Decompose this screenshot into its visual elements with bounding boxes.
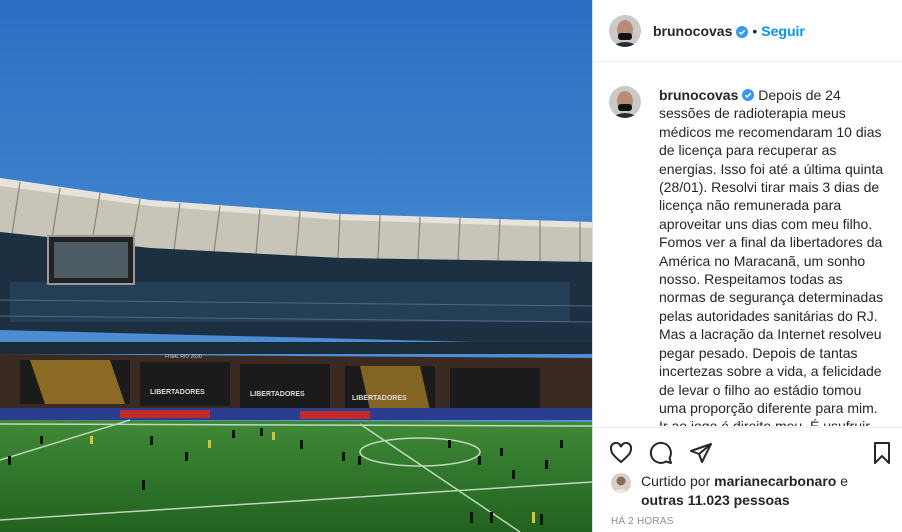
comment-icon [649, 441, 672, 464]
caption-comment: brunocovas Depois de 24 sessões de radio… [609, 86, 886, 426]
heart-icon [609, 441, 633, 463]
verified-icon [736, 25, 749, 38]
share-button[interactable] [687, 439, 715, 467]
like-button[interactable] [607, 439, 635, 467]
caption-username[interactable]: brunocovas [659, 87, 738, 103]
liked-by: Curtido por marianecarbonaro e outras 11… [611, 472, 848, 510]
banner-text-2: LIBERTADORES [250, 391, 305, 398]
save-icon [874, 442, 890, 464]
caption-scroll-area[interactable]: brunocovas Depois de 24 sessões de radio… [593, 62, 902, 426]
separator-dot: • [752, 22, 758, 39]
liked-by-text: Curtido por marianecarbonaro e outras 11… [641, 472, 848, 510]
likes-count[interactable]: outras 11.023 pessoas [641, 492, 790, 508]
liked-by-joiner: e [840, 473, 849, 489]
banner-text-3: LIBERTADORES [352, 395, 407, 402]
caption-text: Depois de 24 sessões de radioterapia meu… [659, 87, 884, 426]
post-header: brunocovas • Seguir [593, 0, 902, 62]
liked-by-prefix: Curtido por [641, 473, 711, 489]
avatar[interactable] [609, 14, 641, 47]
banner-text-4: FINAL RIO 2020 [165, 354, 202, 360]
post-side-panel: brunocovas • Seguir brunocovas Depois de… [592, 0, 902, 532]
post-modal: LIBERTADORES LIBERTADORES LIBERTADORES F… [0, 0, 902, 532]
share-icon [690, 442, 712, 463]
verified-icon [742, 87, 755, 101]
post-timestamp[interactable]: HÁ 2 HORAS [611, 516, 674, 527]
caption-avatar[interactable] [609, 86, 641, 118]
liker-username[interactable]: marianecarbonaro [714, 473, 836, 489]
save-button[interactable] [868, 439, 896, 467]
header-username[interactable]: brunocovas [653, 23, 732, 39]
comment-button[interactable] [647, 439, 675, 467]
banner-text-1: LIBERTADORES [150, 389, 205, 396]
post-photo[interactable]: LIBERTADORES LIBERTADORES LIBERTADORES F… [0, 0, 592, 532]
action-bar [593, 427, 902, 477]
stadium-image: LIBERTADORES LIBERTADORES LIBERTADORES F… [0, 0, 592, 532]
liker-avatar[interactable] [611, 473, 631, 493]
caption-text-block: brunocovas Depois de 24 sessões de radio… [659, 86, 886, 426]
follow-button[interactable]: Seguir [761, 23, 805, 39]
